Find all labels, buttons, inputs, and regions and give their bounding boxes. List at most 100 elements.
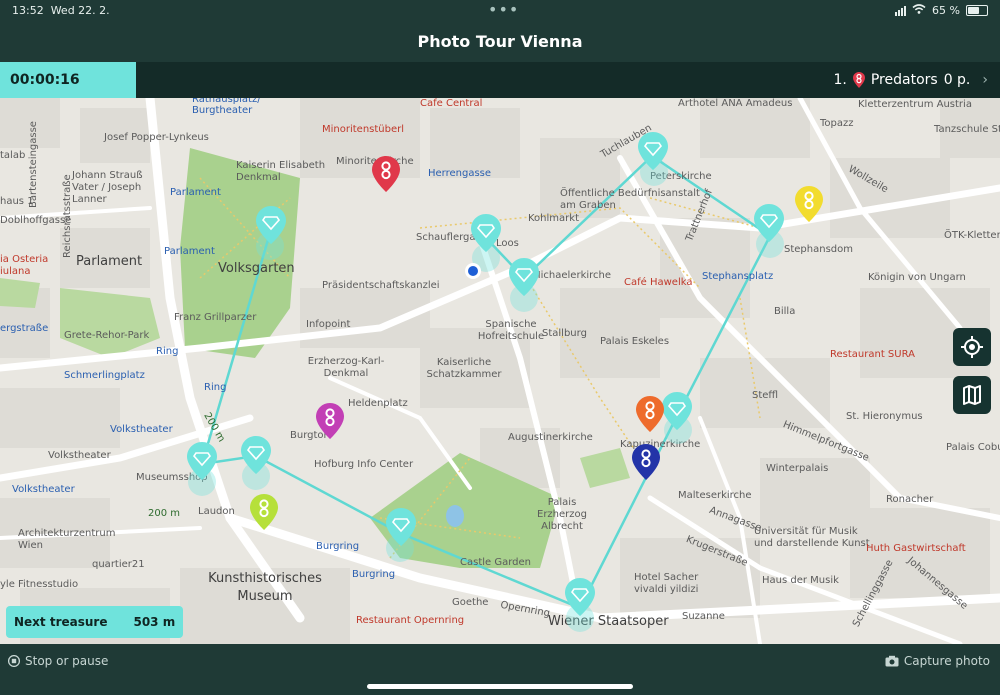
current-location-marker [465,263,481,279]
battery-icon [966,5,988,16]
map-label: Suzanne [682,611,725,622]
status-bar: 13:52 Wed 22. 2. ••• 65 % [0,0,1000,22]
map-label: Bartensteingasse [28,121,39,208]
team-points: 0 p. [944,72,971,88]
diamond-pin-icon[interactable] [754,204,784,242]
diamond-pin-icon[interactable] [471,214,501,252]
diamond-pin-icon[interactable] [509,258,539,296]
map-label: Kaiserliche Schatzkammer [424,357,504,381]
map-label: Cafe Central [420,98,482,109]
diamond-pin-icon[interactable] [386,508,416,546]
diamond-pin-icon[interactable] [187,442,217,480]
map-label: ia Osteria [0,254,48,265]
map-label: Hotel Sacher vivaldi yildizi [634,572,714,596]
next-treasure-panel: Next treasure 503 m [6,606,183,638]
map-label: Spanische Hofreitschule [476,319,546,343]
map-label: Ronacher [886,494,933,505]
map-icon [953,376,991,414]
map-label: Josef Popper-Lynkeus [104,132,209,143]
crosshair-icon [953,328,991,366]
map-label: Schmerlingplatz [64,370,145,381]
map-label: Goethe [452,597,488,608]
map-label: Herrengasse [428,168,491,179]
map-label: Café Hawelka [624,277,692,288]
capture-photo-button[interactable]: Capture photo [885,654,990,668]
chevron-right-icon: › [982,72,988,88]
map-label: Stephansplatz [702,271,773,282]
recenter-button[interactable] [953,328,991,366]
team-pin-icon[interactable] [372,156,400,192]
map-label: 200 m [148,508,180,519]
diamond-pin-icon[interactable] [241,436,271,474]
map-label: Tanzschule Sta [934,124,1000,135]
home-indicator[interactable] [367,684,633,689]
map-label: talab [0,150,25,161]
map-view[interactable]: Rathausplatz/ Burgtheater Cafe Central A… [0,98,1000,644]
map-label: Restaurant SURA [830,349,915,360]
team-pin-icon[interactable] [795,186,823,222]
map-label: Augustinerkirche [508,432,593,443]
map-label: Billa [774,306,795,317]
map-label: Parlament [164,246,215,257]
map-label: Rathausplatz/ Burgtheater [192,98,262,116]
diamond-pin-icon[interactable] [662,392,692,430]
diamond-pin-icon[interactable] [638,132,668,170]
map-label: Parlament [170,187,221,198]
map-label: Palais Eskeles [600,336,669,347]
title-bar: Photo Tour Vienna [0,22,1000,62]
map-label: iulana [0,266,31,277]
map-label: Volksgarten [218,261,295,276]
leaderboard-button[interactable]: 1. Predators 0 p. › [834,62,989,98]
map-label: Reichsratsstraße [62,174,73,258]
status-indicators: 65 % [895,4,988,17]
map-label: Palais Cobu [946,442,1000,453]
map-label: Infopoint [306,319,350,330]
stop-icon [8,655,20,667]
map-label: Kunsthistorisches Museum [200,570,330,606]
next-treasure-distance: 503 m [133,615,175,629]
map-label: Ring [204,382,226,393]
map-label: Winterpalais [766,463,828,474]
diamond-pin-icon[interactable] [565,578,595,616]
map-label: St. Hieronymus [846,411,923,422]
map-label: Burgring [352,569,395,580]
map-label: Doblhoffgasse [0,215,71,226]
wifi-icon [912,4,926,17]
map-label: Öffentliche Bedürfnisanstalt am Graben [560,188,700,212]
team-pin-icon[interactable] [316,403,344,439]
team-pin-icon[interactable] [632,444,660,480]
map-label: Burgring [316,541,359,552]
app-title: Photo Tour Vienna [0,32,1000,51]
map-label: Parlament [76,254,142,269]
map-label: Kaiserin Elisabeth Denkmal [236,160,326,184]
map-layers-button[interactable] [953,376,991,414]
map-label: Topazz [820,118,854,129]
next-treasure-label: Next treasure [14,615,107,629]
multitask-dots-icon[interactable]: ••• [488,0,519,19]
map-label: Heldenplatz [348,398,408,409]
map-label: quartier21 [92,559,145,570]
info-bar: 00:00:16 1. Predators 0 p. › [0,62,1000,98]
map-label: Präsidentschaftskanzlei [322,280,440,291]
team-name: Predators [871,72,938,88]
map-label: Kohlmarkt [528,213,579,224]
map-label: Hofburg Info Center [314,459,413,470]
diamond-pin-icon[interactable] [256,206,286,244]
team-pin-icon[interactable] [250,494,278,530]
map-label: Johann Strauß Vater / Joseph Lanner [72,170,172,206]
team-pin-icon [853,72,865,88]
map-label: Volkstheater [12,484,75,495]
rank: 1. [834,72,847,88]
map-label: Grete-Rehor-Park [64,330,149,341]
map-label: Huth Gastwirtschaft [866,543,966,554]
map-label: ergstraße [0,323,48,334]
team-pin-icon[interactable] [636,396,664,432]
map-label: Königin von Ungarn [868,272,966,283]
map-label: Erzherzog-Karl-Denkmal [306,356,386,380]
stop-pause-button[interactable]: Stop or pause [8,654,108,668]
map-label: Castle Garden [460,557,531,568]
map-label: ÖTK-Kletter [944,230,1000,241]
map-label: Volkstheater [48,450,111,461]
map-label: Stallburg [542,328,587,339]
camera-icon [885,655,899,667]
